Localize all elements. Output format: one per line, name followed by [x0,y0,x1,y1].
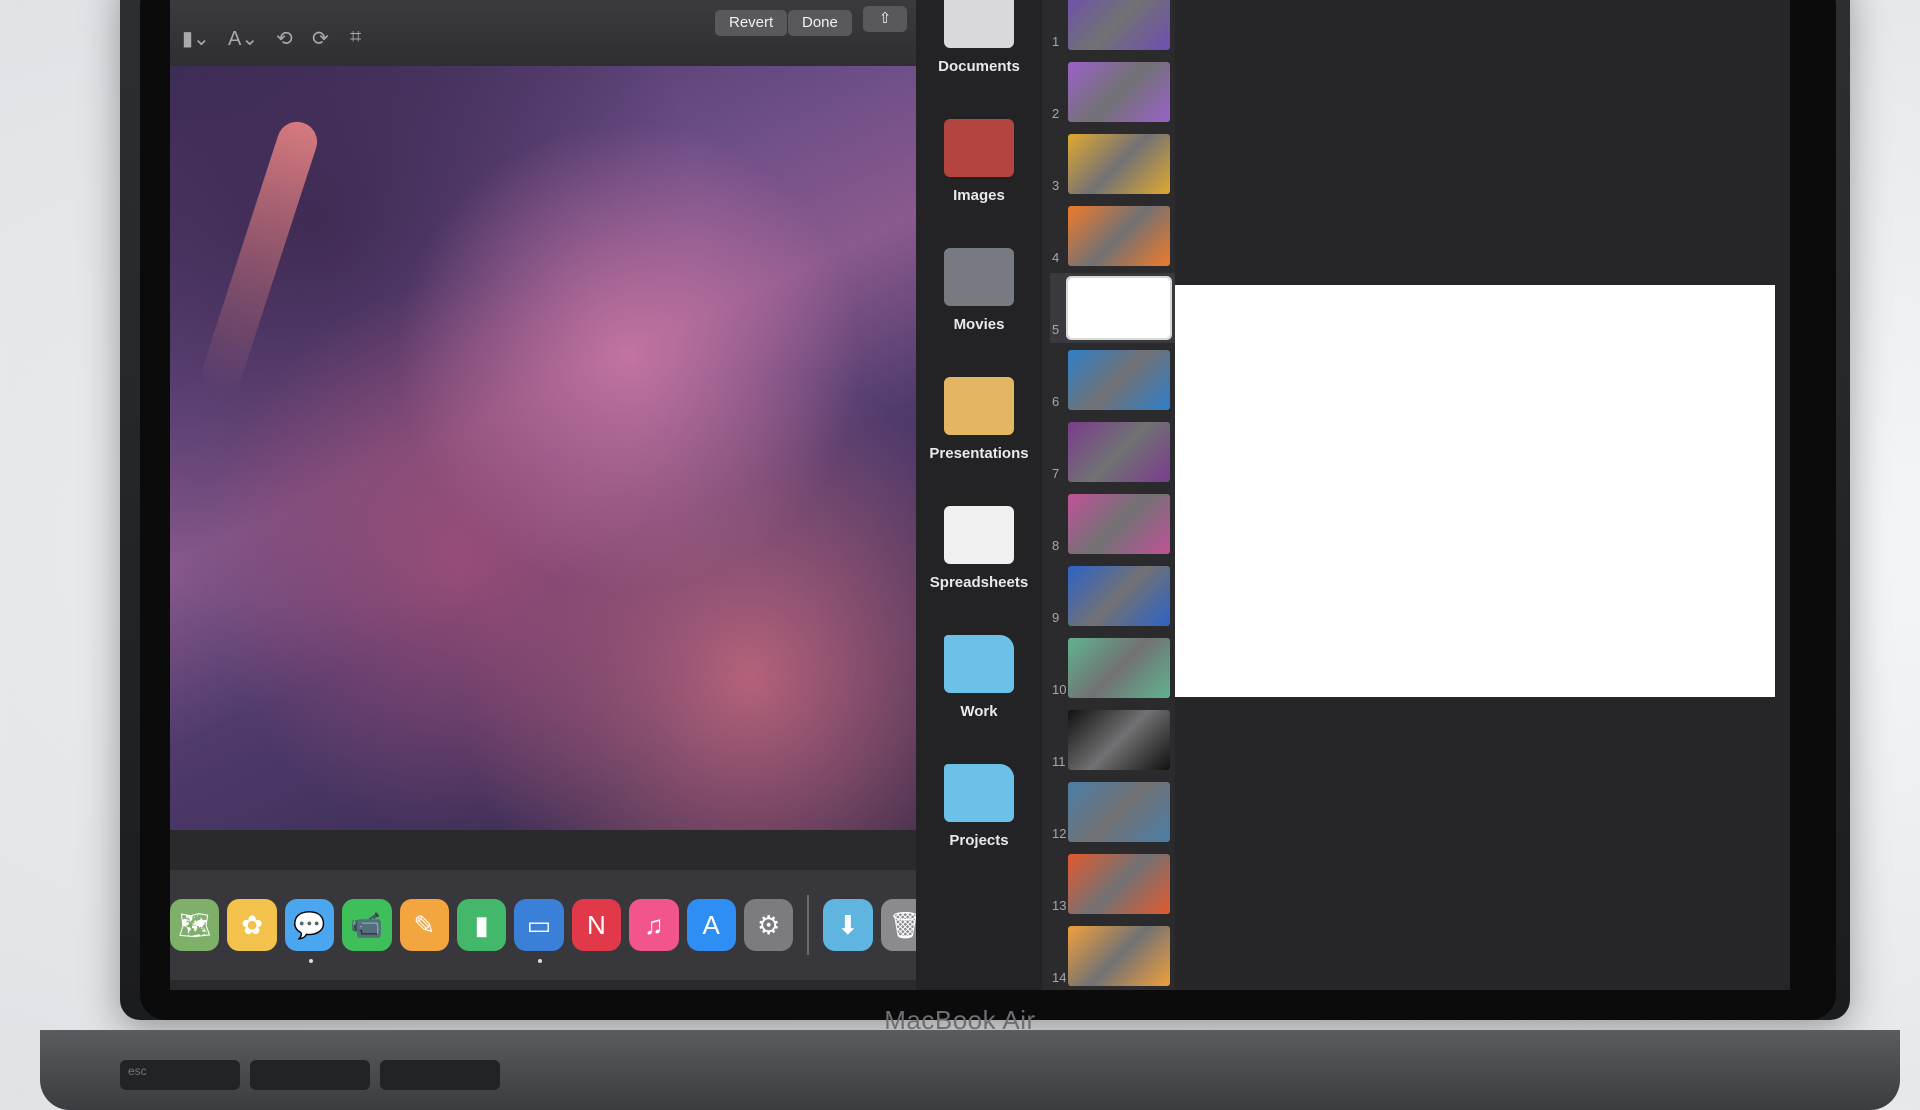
slide-thumbnail[interactable] [1068,854,1170,914]
slide-number: 3 [1052,178,1060,193]
slide-number: 4 [1052,250,1060,265]
key [380,1060,500,1090]
screen: ▮⌄ A⌄ ⟲ ⟳ ⌗ Revert Done ⇧ 🗺 ✿ 💬 📹 ✎ ▮ ▭ N ♫ A ⚙ ⬇ 🗑 … [170,0,1790,990]
file-item-label: Projects [949,832,1009,849]
file-item-spreadsheets[interactable]: Spreadsheets [916,506,1042,591]
key [250,1060,370,1090]
esc-key: esc [120,1060,240,1090]
slide-number: 8 [1052,538,1060,553]
file-item-label: Images [953,187,1005,204]
file-item-label: Movies [953,316,1005,333]
slide-canvas[interactable] [1175,285,1775,697]
slide-thumbnail[interactable] [1068,350,1170,410]
file-item-label: Presentations [929,445,1029,462]
file-item-movies[interactable]: Movies [916,248,1042,333]
text-style-icon[interactable]: A⌄ [228,26,258,51]
running-indicator [308,959,313,963]
app-store-icon[interactable]: A [686,899,736,951]
slide-number: 10 [1052,682,1067,697]
slide-thumbnail[interactable] [1068,782,1170,842]
slide-thumbnail[interactable] [1068,62,1170,122]
slide-canvas-area [1175,0,1790,990]
photo-canvas[interactable] [170,66,916,830]
slide-number: 6 [1052,394,1060,409]
folder-icon [944,764,1014,822]
rotate-right-icon[interactable]: ⟳ [312,26,329,51]
documents-icon [944,0,1014,48]
pages-icon[interactable]: ✎ [399,899,449,951]
slide-number: 12 [1052,826,1067,841]
revert-button[interactable]: Revert [715,10,788,36]
slide-thumbnail[interactable] [1068,710,1170,770]
file-item-label: Documents [938,58,1020,75]
slide-thumbnail[interactable] [1068,0,1170,50]
shape-style-icon[interactable]: ▮⌄ [182,26,210,51]
slide-number: 13 [1052,898,1067,913]
keyboard-row: esc [120,1060,500,1090]
maps-icon[interactable]: 🗺 [170,899,220,951]
folder-icon [944,635,1014,693]
markup-toolbar: ▮⌄ A⌄ ⟲ ⟳ ⌗ Revert Done ⇧ [170,0,916,67]
file-item-presentations[interactable]: Presentations [916,377,1042,462]
done-button[interactable]: Done [788,10,852,36]
slide-number: 5 [1052,322,1060,337]
dock-separator [807,895,810,955]
images-icon [944,119,1014,177]
slide-number: 9 [1052,610,1060,625]
slide-thumbnail[interactable] [1068,926,1170,986]
file-item-images[interactable]: Images [916,119,1042,204]
file-item-label: Work [960,703,998,720]
slide-thumbnail[interactable] [1066,276,1172,340]
markup-window: ▮⌄ A⌄ ⟲ ⟳ ⌗ Revert Done ⇧ [170,0,916,830]
numbers-icon[interactable]: ▮ [456,899,507,951]
dock: 🗺 ✿ 💬 📹 ✎ ▮ ▭ N ♫ A ⚙ ⬇ 🗑 [170,870,930,980]
messages-icon[interactable]: 💬 [284,899,335,963]
slide-number: 14 [1052,970,1067,985]
slide-number: 11 [1052,754,1066,769]
keynote-icon[interactable]: ▭ [514,899,564,963]
photos-icon[interactable]: ✿ [227,899,277,951]
slide-number: 2 [1052,106,1060,121]
crop-icon[interactable]: ⌗ [350,26,361,49]
file-item-work[interactable]: Work [916,635,1042,720]
news-icon[interactable]: N [571,899,622,951]
slide-thumbnail[interactable] [1068,638,1170,698]
slide-thumbnail[interactable] [1068,134,1170,194]
system-preferences-icon[interactable]: ⚙ [743,899,794,951]
slide-thumbnail[interactable] [1068,422,1170,482]
facetime-icon[interactable]: 📹 [342,899,392,951]
running-indicator [538,959,543,963]
file-item-documents[interactable]: Documents [916,0,1042,75]
presentations-icon [944,377,1014,435]
slide-navigator: 1 2 3 4 5 6 7 8 9 10 11 12 13 14 [1050,0,1175,990]
downloads-folder-icon[interactable]: ⬇ [823,899,873,951]
brand-label: MacBook Air [884,1005,1036,1035]
slide-thumbnail[interactable] [1068,566,1170,626]
slide-thumbnail[interactable] [1068,206,1170,266]
slide-number: 7 [1052,466,1060,481]
movies-icon [944,248,1014,306]
slide-number: 1 [1052,34,1060,49]
file-item-label: Spreadsheets [929,574,1029,591]
rotate-left-icon[interactable]: ⟲ [276,26,293,51]
share-icon[interactable]: ⇧ [863,6,907,32]
slide-thumbnail[interactable] [1068,494,1170,554]
music-icon[interactable]: ♫ [629,899,679,951]
file-item-projects[interactable]: Projects [916,764,1042,849]
files-sidebar: Documents Images Movies Presentations Spread… [916,0,1042,990]
spreadsheets-icon [944,506,1014,564]
